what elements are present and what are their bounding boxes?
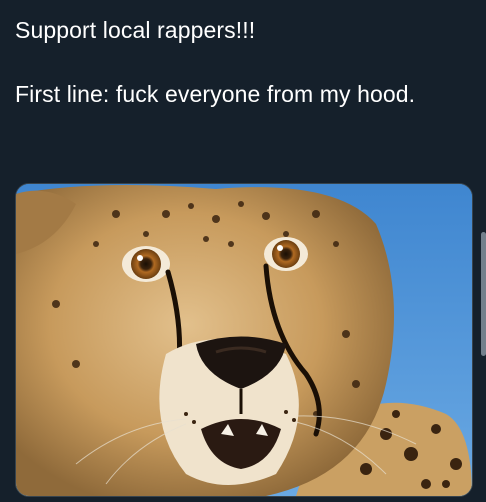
scrollbar[interactable] bbox=[481, 232, 486, 356]
tweet-post[interactable]: Support local rappers!!! First line: fuc… bbox=[0, 0, 486, 502]
tweet-text-line-2: First line: fuck everyone from my hood. bbox=[15, 81, 416, 107]
tweet-image[interactable] bbox=[15, 183, 473, 497]
tweet-text: Support local rappers!!! First line: fuc… bbox=[15, 14, 465, 110]
cheetah-photo-icon bbox=[16, 184, 472, 496]
tweet-text-line-1: Support local rappers!!! bbox=[15, 17, 256, 43]
